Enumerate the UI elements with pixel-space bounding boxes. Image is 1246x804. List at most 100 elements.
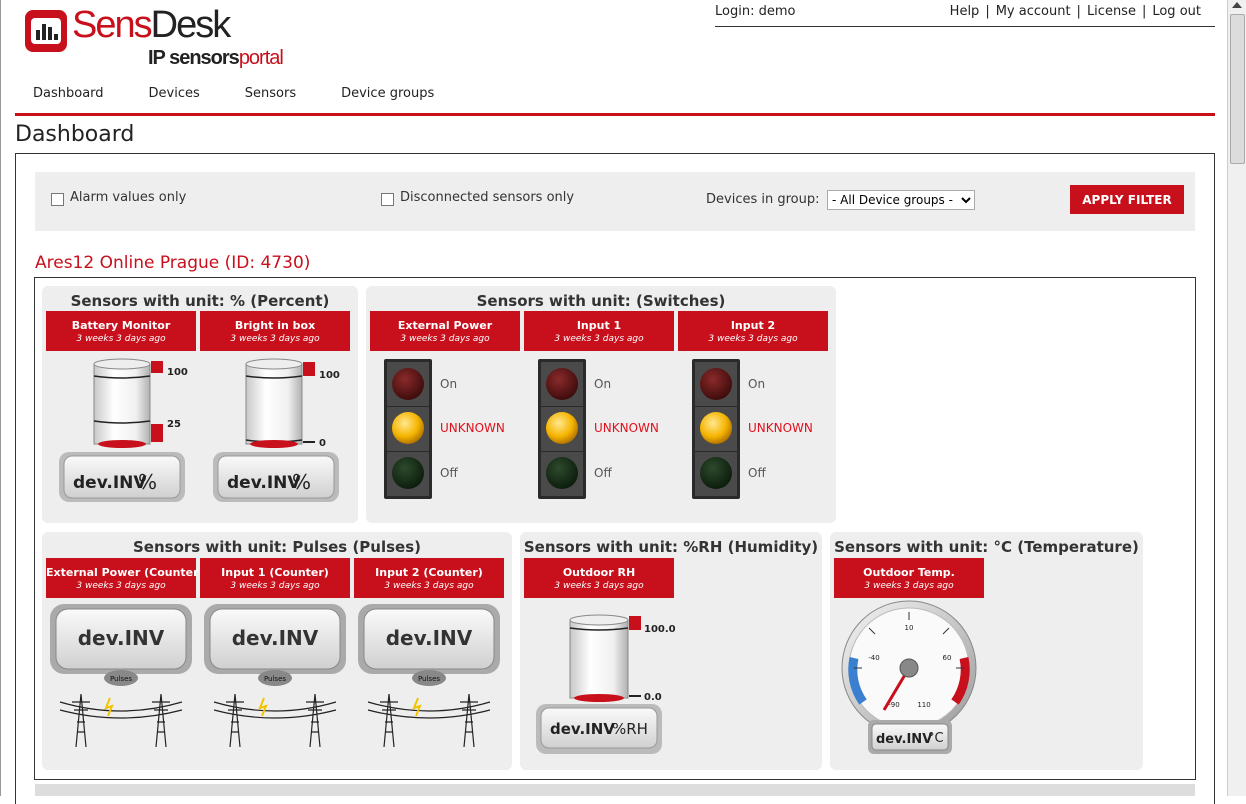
tank-min-label: 0.0 bbox=[644, 692, 662, 703]
tank-gauge: 100 25 dev.INV % bbox=[59, 358, 188, 502]
sensor-name: Input 1 (Counter) bbox=[221, 566, 329, 579]
gauge-unit: % bbox=[138, 470, 157, 494]
login-status: Login: demo bbox=[715, 4, 796, 19]
gauge-value: dev.INV bbox=[550, 720, 615, 738]
pulse-counter-gauge: dev.INV Pulses bbox=[358, 604, 500, 748]
gauge-value: dev.INV bbox=[876, 732, 932, 747]
sensor-card[interactable]: External Power (Counter) 3 weeks 3 days a… bbox=[46, 558, 204, 748]
tank-max-label: 100 bbox=[319, 370, 340, 381]
nav-device-groups[interactable]: Device groups bbox=[341, 86, 434, 101]
switch-state-label: UNKNOWN bbox=[594, 421, 659, 435]
help-link[interactable]: Help bbox=[944, 4, 986, 19]
sensor-card[interactable]: Input 2 (Counter) 3 weeks 3 days ago dev.… bbox=[354, 558, 504, 748]
dial-tick: 110 bbox=[917, 701, 930, 709]
sensor-card[interactable]: External Power 3 weeks 3 days ago On UNKN… bbox=[370, 311, 520, 499]
disconnected-only-checkbox[interactable] bbox=[381, 193, 394, 206]
sensor-name: Bright in box bbox=[234, 319, 316, 332]
gauge-unit: Pulses bbox=[264, 675, 286, 683]
sensor-time: 3 weeks 3 days ago bbox=[864, 581, 954, 591]
device-group-label: Devices in group: bbox=[706, 192, 820, 207]
traffic-light-icon: On UNKNOWN Off bbox=[384, 359, 505, 499]
nav-dashboard[interactable]: Dashboard bbox=[33, 86, 104, 101]
tank-alarm-label: 25 bbox=[167, 419, 181, 430]
sensor-time: 3 weeks 3 days ago bbox=[384, 581, 474, 591]
power-lines-icon bbox=[213, 693, 337, 748]
group-title: Sensors with unit: (Switches) bbox=[476, 292, 726, 310]
switch-off-label: Off bbox=[748, 466, 766, 480]
sensor-time: 3 weeks 3 days ago bbox=[76, 581, 166, 591]
group-title: Sensors with unit: %RH (Humidity) bbox=[523, 538, 819, 556]
device-group-select[interactable]: - All Device groups - bbox=[827, 190, 975, 210]
gauge-unit: °C bbox=[928, 731, 944, 746]
sensor-time: 3 weeks 3 days ago bbox=[76, 334, 166, 344]
license-link[interactable]: License bbox=[1081, 4, 1142, 19]
group-temperature: Sensors with unit: °C (Temperature) Outd… bbox=[830, 532, 1143, 770]
group-title: Sensors with unit: % (Percent) bbox=[70, 292, 330, 310]
tank-gauge: 100.0 0.0 dev.INV %RH bbox=[536, 614, 676, 754]
logo-wordmark: SensDesk bbox=[72, 4, 231, 46]
nav-underline bbox=[15, 113, 1215, 116]
group-percent: Sensors with unit: % (Percent) Battery M… bbox=[42, 286, 358, 523]
power-lines-icon bbox=[367, 693, 491, 748]
tank-max-label: 100 bbox=[167, 367, 188, 378]
switch-on-label: On bbox=[748, 377, 765, 391]
tank-gauge: 100 0 dev.INV % bbox=[213, 358, 340, 502]
traffic-light-icon: On UNKNOWN Off bbox=[692, 359, 813, 499]
sensor-card[interactable]: Input 1 (Counter) 3 weeks 3 days ago dev.… bbox=[200, 558, 350, 748]
gauge-value: dev.INV bbox=[227, 473, 301, 493]
sensor-time: 3 weeks 3 days ago bbox=[554, 334, 644, 344]
sensor-name: Battery Monitor bbox=[71, 319, 171, 332]
switch-on-label: On bbox=[594, 377, 611, 391]
page-title: Dashboard bbox=[15, 122, 135, 147]
pulse-counter-gauge: dev.INV Pulses bbox=[204, 604, 346, 748]
sensor-name: External Power (Counter) bbox=[46, 566, 204, 579]
logout-link[interactable]: Log out bbox=[1146, 4, 1207, 19]
sensor-card[interactable]: Battery Monitor 3 weeks 3 days ago 100 25… bbox=[46, 311, 196, 502]
alarm-only-label: Alarm values only bbox=[70, 190, 187, 205]
sensor-name: External Power bbox=[397, 319, 493, 332]
device-title: Ares12 Online Prague (ID: 4730) bbox=[35, 253, 311, 273]
filter-bar: Alarm values only Disconnected sensors o… bbox=[35, 172, 1195, 231]
thermometer-dial: 10 -40 60 -90 110 dev.INV °C bbox=[841, 600, 977, 754]
sensor-card[interactable]: Bright in box 3 weeks 3 days ago 100 0 de… bbox=[200, 311, 350, 502]
user-bar: Login: demo Help | My account | License | Log … bbox=[715, 4, 1215, 27]
logo-subtitle: IP sensorsportal bbox=[148, 47, 284, 69]
sensor-card[interactable]: Outdoor RH 3 weeks 3 days ago 100.0 0.0 d… bbox=[524, 558, 676, 754]
logo-chart-icon bbox=[25, 10, 67, 52]
pulse-counter-gauge: dev.INV Pulses bbox=[50, 604, 192, 748]
sensor-time: 3 weeks 3 days ago bbox=[554, 581, 644, 591]
page-scrollbar[interactable] bbox=[1227, 0, 1246, 796]
group-switches: Sensors with unit: (Switches) External P… bbox=[366, 286, 836, 523]
window-left-border bbox=[0, 0, 1, 796]
scroll-up-icon[interactable] bbox=[1232, 2, 1242, 8]
tank-max-label: 100.0 bbox=[644, 624, 676, 635]
my-account-link[interactable]: My account bbox=[990, 4, 1077, 19]
nav-devices[interactable]: Devices bbox=[149, 86, 200, 101]
apply-filter-button[interactable]: APPLY FILTER bbox=[1070, 185, 1184, 214]
group-pulses: Sensors with unit: Pulses (Pulses) Exter… bbox=[42, 532, 512, 770]
switch-off-label: Off bbox=[440, 466, 458, 480]
scroll-thumb[interactable] bbox=[1230, 14, 1245, 164]
disconnected-only-label: Disconnected sensors only bbox=[400, 190, 575, 205]
traffic-light-icon: On UNKNOWN Off bbox=[538, 359, 659, 499]
next-device-strip bbox=[35, 784, 1195, 796]
gauge-unit: % bbox=[292, 470, 311, 494]
switch-on-label: On bbox=[440, 377, 457, 391]
alarm-only-checkbox[interactable] bbox=[51, 193, 64, 206]
main-nav: Dashboard Devices Sensors Device groups bbox=[18, 86, 464, 101]
switch-state-label: UNKNOWN bbox=[440, 421, 505, 435]
sensor-time: 3 weeks 3 days ago bbox=[400, 334, 490, 344]
gauge-unit: Pulses bbox=[110, 675, 132, 683]
sensor-card[interactable]: Input 2 3 weeks 3 days ago On UNKNOWN Off bbox=[678, 311, 828, 499]
gauge-value: dev.INV bbox=[78, 626, 165, 650]
sensor-card[interactable]: Input 1 3 weeks 3 days ago On UNKNOWN Off bbox=[524, 311, 674, 499]
nav-sensors[interactable]: Sensors bbox=[245, 86, 296, 101]
group-title: Sensors with unit: Pulses (Pulses) bbox=[132, 538, 422, 556]
gauge-value: dev.INV bbox=[73, 473, 147, 493]
sensor-card[interactable]: Outdoor Temp. 3 weeks 3 days ago 10 -40 6… bbox=[834, 558, 984, 754]
tank-min-label: 0 bbox=[319, 438, 326, 449]
gauge-value: dev.INV bbox=[232, 626, 319, 650]
sensor-time: 3 weeks 3 days ago bbox=[708, 334, 798, 344]
dial-tick: 60 bbox=[943, 654, 952, 662]
sensor-name: Outdoor Temp. bbox=[863, 566, 955, 579]
